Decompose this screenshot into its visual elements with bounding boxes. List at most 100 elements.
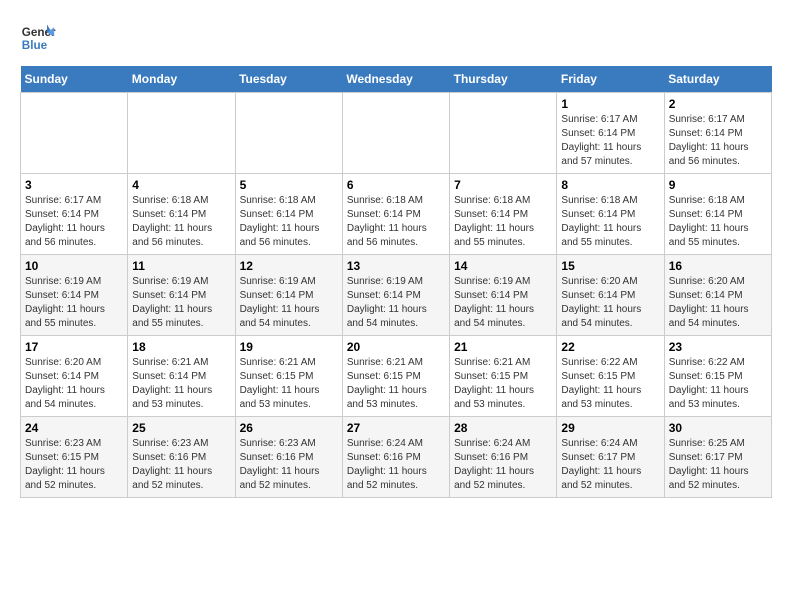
day-number: 29	[561, 421, 659, 435]
day-number: 20	[347, 340, 445, 354]
day-number: 30	[669, 421, 767, 435]
calendar-header-thursday: Thursday	[450, 66, 557, 93]
calendar-cell: 30 Sunrise: 6:25 AM Sunset: 6:17 PM Dayli…	[664, 417, 771, 498]
calendar-cell: 18Sunrise: 6:21 AM Sunset: 6:14 PM Dayli…	[128, 336, 235, 417]
day-info: Sunrise: 6:24 AM Sunset: 6:16 PM Dayligh…	[454, 437, 552, 493]
day-info: Sunrise: 6:24 AM Sunset: 6:16 PM Dayligh…	[347, 437, 445, 493]
calendar-cell: 14 Sunrise: 6:19 AM Sunset: 6:14 PM Dayli…	[450, 255, 557, 336]
calendar-cell	[342, 93, 449, 174]
calendar-week-row: 3 Sunrise: 6:17 AM Sunset: 6:14 PM Daylig…	[21, 174, 772, 255]
calendar-cell: 29 Sunrise: 6:24 AM Sunset: 6:17 PM Dayli…	[557, 417, 664, 498]
day-info: Sunrise: 6:18 AM Sunset: 6:14 PM Dayligh…	[347, 194, 445, 250]
day-info: Sunrise: 6:18 AM Sunset: 6:14 PM Dayligh…	[454, 194, 552, 250]
day-info: Sunrise: 6:22 AM Sunset: 6:15 PM Dayligh…	[669, 356, 767, 412]
day-info: Sunrise: 6:18 AM Sunset: 6:14 PM Dayligh…	[132, 194, 230, 250]
calendar-cell: 5 Sunrise: 6:18 AM Sunset: 6:14 PM Daylig…	[235, 174, 342, 255]
calendar-cell: 12Sunrise: 6:19 AM Sunset: 6:14 PM Dayli…	[235, 255, 342, 336]
day-info: Sunrise: 6:18 AM Sunset: 6:14 PM Dayligh…	[669, 194, 767, 250]
calendar-cell: 20 Sunrise: 6:21 AM Sunset: 6:15 PM Dayli…	[342, 336, 449, 417]
day-number: 25	[132, 421, 230, 435]
day-info: Sunrise: 6:23 AM Sunset: 6:15 PM Dayligh…	[25, 437, 123, 493]
calendar-week-row: 24 Sunrise: 6:23 AM Sunset: 6:15 PM Dayli…	[21, 417, 772, 498]
calendar-cell: 24 Sunrise: 6:23 AM Sunset: 6:15 PM Dayli…	[21, 417, 128, 498]
day-number: 10	[25, 259, 123, 273]
day-info: Sunrise: 6:19 AM Sunset: 6:14 PM Dayligh…	[347, 275, 445, 331]
day-info: Sunrise: 6:19 AM Sunset: 6:14 PM Dayligh…	[25, 275, 123, 331]
day-number: 8	[561, 178, 659, 192]
calendar-cell: 19 Sunrise: 6:21 AM Sunset: 6:15 PM Dayli…	[235, 336, 342, 417]
calendar-week-row: 17 Sunrise: 6:20 AM Sunset: 6:14 PM Dayli…	[21, 336, 772, 417]
calendar-table: SundayMondayTuesdayWednesdayThursdayFrid…	[20, 66, 772, 498]
calendar-cell: 1 Sunrise: 6:17 AM Sunset: 6:14 PM Daylig…	[557, 93, 664, 174]
day-info: Sunrise: 6:21 AM Sunset: 6:15 PM Dayligh…	[240, 356, 338, 412]
day-info: Sunrise: 6:24 AM Sunset: 6:17 PM Dayligh…	[561, 437, 659, 493]
calendar-cell: 23 Sunrise: 6:22 AM Sunset: 6:15 PM Dayli…	[664, 336, 771, 417]
day-number: 23	[669, 340, 767, 354]
day-info: Sunrise: 6:21 AM Sunset: 6:15 PM Dayligh…	[454, 356, 552, 412]
day-info: Sunrise: 6:19 AM Sunset: 6:14 PM Dayligh…	[132, 275, 230, 331]
calendar-cell: 28 Sunrise: 6:24 AM Sunset: 6:16 PM Dayli…	[450, 417, 557, 498]
day-info: Sunrise: 6:21 AM Sunset: 6:15 PM Dayligh…	[347, 356, 445, 412]
day-number: 5	[240, 178, 338, 192]
calendar-week-row: 10 Sunrise: 6:19 AM Sunset: 6:14 PM Dayli…	[21, 255, 772, 336]
day-info: Sunrise: 6:25 AM Sunset: 6:17 PM Dayligh…	[669, 437, 767, 493]
calendar-cell: 8Sunrise: 6:18 AM Sunset: 6:14 PM Daylig…	[557, 174, 664, 255]
day-number: 11	[132, 259, 230, 273]
day-number: 1	[561, 97, 659, 111]
day-number: 22	[561, 340, 659, 354]
calendar-cell: 13 Sunrise: 6:19 AM Sunset: 6:14 PM Dayli…	[342, 255, 449, 336]
calendar-cell: 25 Sunrise: 6:23 AM Sunset: 6:16 PM Dayli…	[128, 417, 235, 498]
calendar-cell: 7 Sunrise: 6:18 AM Sunset: 6:14 PM Daylig…	[450, 174, 557, 255]
day-number: 19	[240, 340, 338, 354]
calendar-cell	[235, 93, 342, 174]
day-number: 28	[454, 421, 552, 435]
calendar-cell: 15Sunrise: 6:20 AM Sunset: 6:14 PM Dayli…	[557, 255, 664, 336]
day-number: 7	[454, 178, 552, 192]
svg-text:Blue: Blue	[22, 39, 48, 52]
calendar-cell: 6 Sunrise: 6:18 AM Sunset: 6:14 PM Daylig…	[342, 174, 449, 255]
day-number: 4	[132, 178, 230, 192]
logo: General Blue	[20, 20, 56, 56]
calendar-header-wednesday: Wednesday	[342, 66, 449, 93]
day-info: Sunrise: 6:20 AM Sunset: 6:14 PM Dayligh…	[669, 275, 767, 331]
day-info: Sunrise: 6:17 AM Sunset: 6:14 PM Dayligh…	[561, 113, 659, 169]
calendar-cell: 11 Sunrise: 6:19 AM Sunset: 6:14 PM Dayli…	[128, 255, 235, 336]
calendar-header-saturday: Saturday	[664, 66, 771, 93]
calendar-cell	[450, 93, 557, 174]
calendar-cell: 10 Sunrise: 6:19 AM Sunset: 6:14 PM Dayli…	[21, 255, 128, 336]
day-number: 21	[454, 340, 552, 354]
calendar-header-row: SundayMondayTuesdayWednesdayThursdayFrid…	[21, 66, 772, 93]
day-info: Sunrise: 6:23 AM Sunset: 6:16 PM Dayligh…	[132, 437, 230, 493]
calendar-header-sunday: Sunday	[21, 66, 128, 93]
calendar-cell	[21, 93, 128, 174]
day-info: Sunrise: 6:23 AM Sunset: 6:16 PM Dayligh…	[240, 437, 338, 493]
day-info: Sunrise: 6:18 AM Sunset: 6:14 PM Dayligh…	[240, 194, 338, 250]
day-number: 3	[25, 178, 123, 192]
calendar-cell: 4 Sunrise: 6:18 AM Sunset: 6:14 PM Daylig…	[128, 174, 235, 255]
day-number: 6	[347, 178, 445, 192]
day-info: Sunrise: 6:17 AM Sunset: 6:14 PM Dayligh…	[669, 113, 767, 169]
calendar-header-monday: Monday	[128, 66, 235, 93]
day-info: Sunrise: 6:20 AM Sunset: 6:14 PM Dayligh…	[25, 356, 123, 412]
calendar-header-tuesday: Tuesday	[235, 66, 342, 93]
day-number: 9	[669, 178, 767, 192]
day-number: 13	[347, 259, 445, 273]
day-info: Sunrise: 6:17 AM Sunset: 6:14 PM Dayligh…	[25, 194, 123, 250]
day-info: Sunrise: 6:22 AM Sunset: 6:15 PM Dayligh…	[561, 356, 659, 412]
calendar-header-friday: Friday	[557, 66, 664, 93]
day-info: Sunrise: 6:19 AM Sunset: 6:14 PM Dayligh…	[454, 275, 552, 331]
logo-icon: General Blue	[20, 20, 56, 56]
day-number: 27	[347, 421, 445, 435]
day-number: 2	[669, 97, 767, 111]
page-header: General Blue	[20, 20, 772, 56]
calendar-cell: 16Sunrise: 6:20 AM Sunset: 6:14 PM Dayli…	[664, 255, 771, 336]
calendar-cell: 17 Sunrise: 6:20 AM Sunset: 6:14 PM Dayli…	[21, 336, 128, 417]
day-info: Sunrise: 6:20 AM Sunset: 6:14 PM Dayligh…	[561, 275, 659, 331]
calendar-cell: 26Sunrise: 6:23 AM Sunset: 6:16 PM Dayli…	[235, 417, 342, 498]
day-number: 12	[240, 259, 338, 273]
calendar-cell: 27 Sunrise: 6:24 AM Sunset: 6:16 PM Dayli…	[342, 417, 449, 498]
day-number: 24	[25, 421, 123, 435]
day-number: 17	[25, 340, 123, 354]
day-info: Sunrise: 6:21 AM Sunset: 6:14 PM Dayligh…	[132, 356, 230, 412]
day-number: 14	[454, 259, 552, 273]
